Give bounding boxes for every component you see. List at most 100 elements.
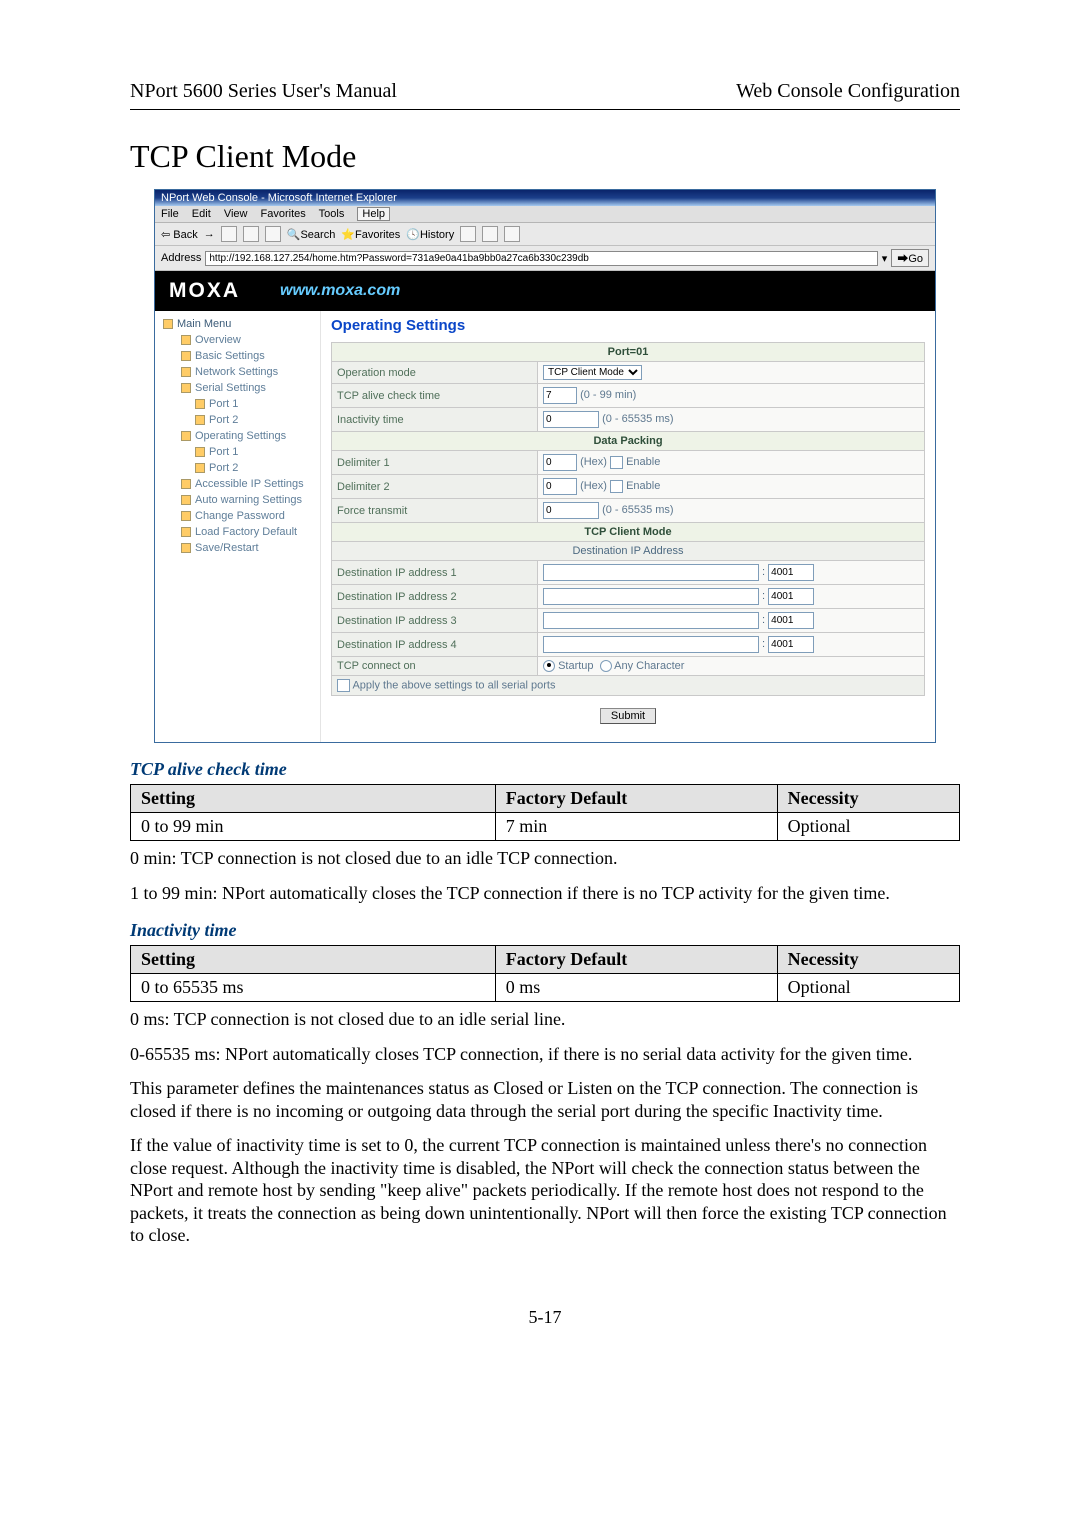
folder-icon	[181, 479, 191, 489]
force-transmit-input[interactable]	[543, 502, 599, 519]
inactivity-input[interactable]	[543, 411, 599, 428]
delimiter1-input[interactable]	[543, 454, 577, 471]
dest4-ip-input[interactable]	[543, 636, 759, 653]
apply-all-label: Apply the above settings to all serial p…	[352, 680, 555, 692]
search-button[interactable]: 🔍Search	[287, 228, 336, 241]
band-port: Port=01	[332, 343, 925, 362]
delimiter1-enable-checkbox[interactable]	[610, 456, 623, 469]
go-button[interactable]: ⮕Go	[891, 249, 929, 267]
para-2: 1 to 99 min: NPort automatically closes …	[130, 882, 960, 905]
history-button[interactable]: 🕓History	[406, 228, 454, 241]
tcp-alive-hint: (0 - 99 min)	[580, 389, 636, 401]
folder-icon	[181, 511, 191, 521]
sidebar: Main Menu Overview Basic Settings Networ…	[155, 311, 321, 742]
forward-button[interactable]: →	[204, 228, 215, 240]
row-tcpconnect-label: TCP connect on	[332, 657, 538, 676]
window-titlebar: NPort Web Console - Microsoft Internet E…	[155, 190, 935, 206]
folder-icon	[181, 335, 191, 345]
sidebar-op-port-2[interactable]: Port 2	[155, 460, 320, 476]
menu-file[interactable]: File	[161, 208, 179, 220]
delim2-enable-label: Enable	[626, 480, 660, 492]
address-dropdown-icon[interactable]: ▾	[882, 252, 888, 265]
dest1-port-input[interactable]	[768, 564, 814, 581]
folder-icon	[195, 463, 205, 473]
section-title: TCP Client Mode	[130, 138, 960, 175]
folder-icon	[181, 367, 191, 377]
delim1-enable-label: Enable	[626, 456, 660, 468]
menu-tools[interactable]: Tools	[319, 208, 345, 220]
sidebar-item-serial-settings[interactable]: Serial Settings	[155, 380, 320, 396]
print-icon[interactable]	[482, 226, 498, 242]
menu-edit[interactable]: Edit	[192, 208, 211, 220]
para-5: This parameter defines the maintenances …	[130, 1077, 960, 1122]
menu-help[interactable]: Help	[357, 207, 390, 221]
dest3-port-input[interactable]	[768, 612, 814, 629]
page-number: 5-17	[130, 1307, 960, 1328]
address-input[interactable]: http://192.168.127.254/home.htm?Password…	[205, 251, 877, 266]
mail-icon[interactable]	[460, 226, 476, 242]
sidebar-main-menu[interactable]: Main Menu	[155, 316, 320, 332]
sidebar-item-basic-settings[interactable]: Basic Settings	[155, 348, 320, 364]
radio-startup[interactable]	[543, 660, 555, 672]
refresh-icon[interactable]	[243, 226, 259, 242]
dest2-ip-input[interactable]	[543, 588, 759, 605]
home-icon[interactable]	[265, 226, 281, 242]
folder-icon	[181, 495, 191, 505]
sidebar-item-overview[interactable]: Overview	[155, 332, 320, 348]
menubar: File Edit View Favorites Tools Help	[155, 206, 935, 223]
t1-h2: Factory Default	[495, 785, 777, 813]
radio-any-character[interactable]	[600, 660, 612, 672]
dest3-ip-input[interactable]	[543, 612, 759, 629]
delimiter2-enable-checkbox[interactable]	[610, 480, 623, 493]
menu-favorites[interactable]: Favorites	[261, 208, 306, 220]
operation-mode-select[interactable]: TCP Client Mode	[543, 365, 642, 380]
radio-anychar-label: Any Character	[614, 660, 684, 672]
moxa-banner: MOXA www.moxa.com	[155, 271, 935, 311]
sidebar-item-auto-warning[interactable]: Auto warning Settings	[155, 492, 320, 508]
screenshot-window: NPort Web Console - Microsoft Internet E…	[154, 189, 936, 743]
back-button[interactable]: ⇦ Back	[161, 228, 198, 241]
row-delim2-label: Delimiter 2	[332, 475, 538, 499]
sidebar-item-change-password[interactable]: Change Password	[155, 508, 320, 524]
table-inactivity: Setting Factory Default Necessity 0 to 6…	[130, 945, 960, 1002]
menu-view[interactable]: View	[224, 208, 248, 220]
sidebar-item-operating-settings[interactable]: Operating Settings	[155, 428, 320, 444]
dest4-port-input[interactable]	[768, 636, 814, 653]
t2-h2: Factory Default	[495, 946, 777, 974]
t1-r1c1: 0 to 99 min	[131, 813, 496, 841]
dest1-ip-input[interactable]	[543, 564, 759, 581]
apply-all-checkbox[interactable]	[337, 679, 350, 692]
t2-h3: Necessity	[777, 946, 959, 974]
subhead-tcp-alive: TCP alive check time	[130, 759, 960, 780]
folder-icon	[195, 399, 205, 409]
header-left: NPort 5600 Series User's Manual	[130, 80, 397, 103]
para-4: 0-65535 ms: NPort automatically closes T…	[130, 1043, 960, 1066]
folder-icon	[181, 431, 191, 441]
delimiter2-input[interactable]	[543, 478, 577, 495]
folder-icon	[163, 319, 173, 329]
band-data-packing: Data Packing	[332, 432, 925, 451]
sidebar-item-load-factory-default[interactable]: Load Factory Default	[155, 524, 320, 540]
content-heading: Operating Settings	[331, 317, 925, 334]
dest2-port-input[interactable]	[768, 588, 814, 605]
row-inactivity-label: Inactivity time	[332, 408, 538, 432]
tcp-alive-input[interactable]	[543, 387, 577, 404]
sidebar-item-network-settings[interactable]: Network Settings	[155, 364, 320, 380]
folder-icon	[195, 447, 205, 457]
submit-button[interactable]: Submit	[600, 708, 656, 724]
sidebar-op-port-1[interactable]: Port 1	[155, 444, 320, 460]
folder-icon	[181, 383, 191, 393]
sidebar-serial-port-2[interactable]: Port 2	[155, 412, 320, 428]
row-delim1-label: Delimiter 1	[332, 451, 538, 475]
stop-icon[interactable]	[221, 226, 237, 242]
header-right: Web Console Configuration	[736, 80, 960, 103]
sidebar-item-save-restart[interactable]: Save/Restart	[155, 540, 320, 556]
para-3: 0 ms: TCP connection is not closed due t…	[130, 1008, 960, 1031]
sidebar-item-accessible-ip[interactable]: Accessible IP Settings	[155, 476, 320, 492]
favorites-button[interactable]: ⭐Favorites	[341, 228, 400, 241]
sidebar-serial-port-1[interactable]: Port 1	[155, 396, 320, 412]
folder-icon	[181, 351, 191, 361]
edit-icon[interactable]	[504, 226, 520, 242]
settings-grid: Port=01 Operation mode TCP Client Mode T…	[331, 342, 925, 696]
header-rule	[130, 109, 960, 110]
